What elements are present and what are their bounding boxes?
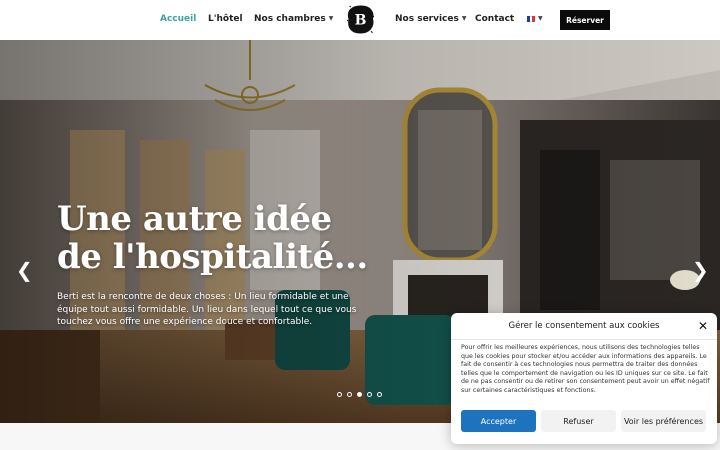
slider-dot[interactable] xyxy=(347,392,352,397)
nav-hotel[interactable]: L'hôtel xyxy=(208,14,243,24)
cookie-title: Gérer le consentement aux cookies xyxy=(508,321,660,331)
slider-dot[interactable] xyxy=(377,392,382,397)
divider xyxy=(451,339,717,340)
slider-dot[interactable] xyxy=(337,392,342,397)
hero-title: Une autre idée de l'hospitalité... xyxy=(57,200,368,276)
slider-dot[interactable] xyxy=(367,392,372,397)
nav-contact[interactable]: Contact xyxy=(475,14,514,24)
nav-nos-chambres[interactable]: Nos chambres ▼ xyxy=(254,14,333,24)
site-header: Accueil L'hôtel Nos chambres ▼ B Nos serv… xyxy=(0,0,720,40)
cookie-consent-dialog: Gérer le consentement aux cookies ✕ Pour… xyxy=(451,313,717,444)
hero-description: Berti est la rencontre de deux choses : … xyxy=(57,292,357,327)
nav-nos-services[interactable]: Nos services ▼ xyxy=(395,14,466,24)
chevron-right-icon[interactable]: ❯ xyxy=(692,260,709,280)
refuse-button[interactable]: Refuser xyxy=(541,410,616,432)
hero-title-line1: Une autre idée xyxy=(57,199,332,239)
chevron-down-icon: ▼ xyxy=(328,15,334,22)
chevron-left-icon[interactable]: ❮ xyxy=(16,260,33,280)
nav-nos-services-label: Nos services xyxy=(395,14,459,24)
accept-button[interactable]: Accepter xyxy=(461,410,536,432)
nav-accueil[interactable]: Accueil xyxy=(160,14,196,24)
reserve-button[interactable]: Réserver xyxy=(560,10,610,30)
logo-letter: B xyxy=(355,13,367,29)
cookie-text: Pour offrir les meilleures expériences, … xyxy=(461,344,710,394)
chevron-down-icon: ▼ xyxy=(461,15,467,22)
slider-dots xyxy=(337,392,382,397)
slider-dot-active[interactable] xyxy=(357,392,362,397)
hero-title-line2: de l'hospitalité... xyxy=(57,237,368,277)
logo[interactable]: B xyxy=(346,5,375,34)
french-flag-icon[interactable] xyxy=(527,16,536,22)
nav-nos-chambres-label: Nos chambres xyxy=(254,14,326,24)
preferences-button[interactable]: Voir les préférences xyxy=(621,410,706,432)
close-icon[interactable]: ✕ xyxy=(698,320,708,332)
language-chevron-down-icon[interactable]: ▼ xyxy=(538,15,543,22)
